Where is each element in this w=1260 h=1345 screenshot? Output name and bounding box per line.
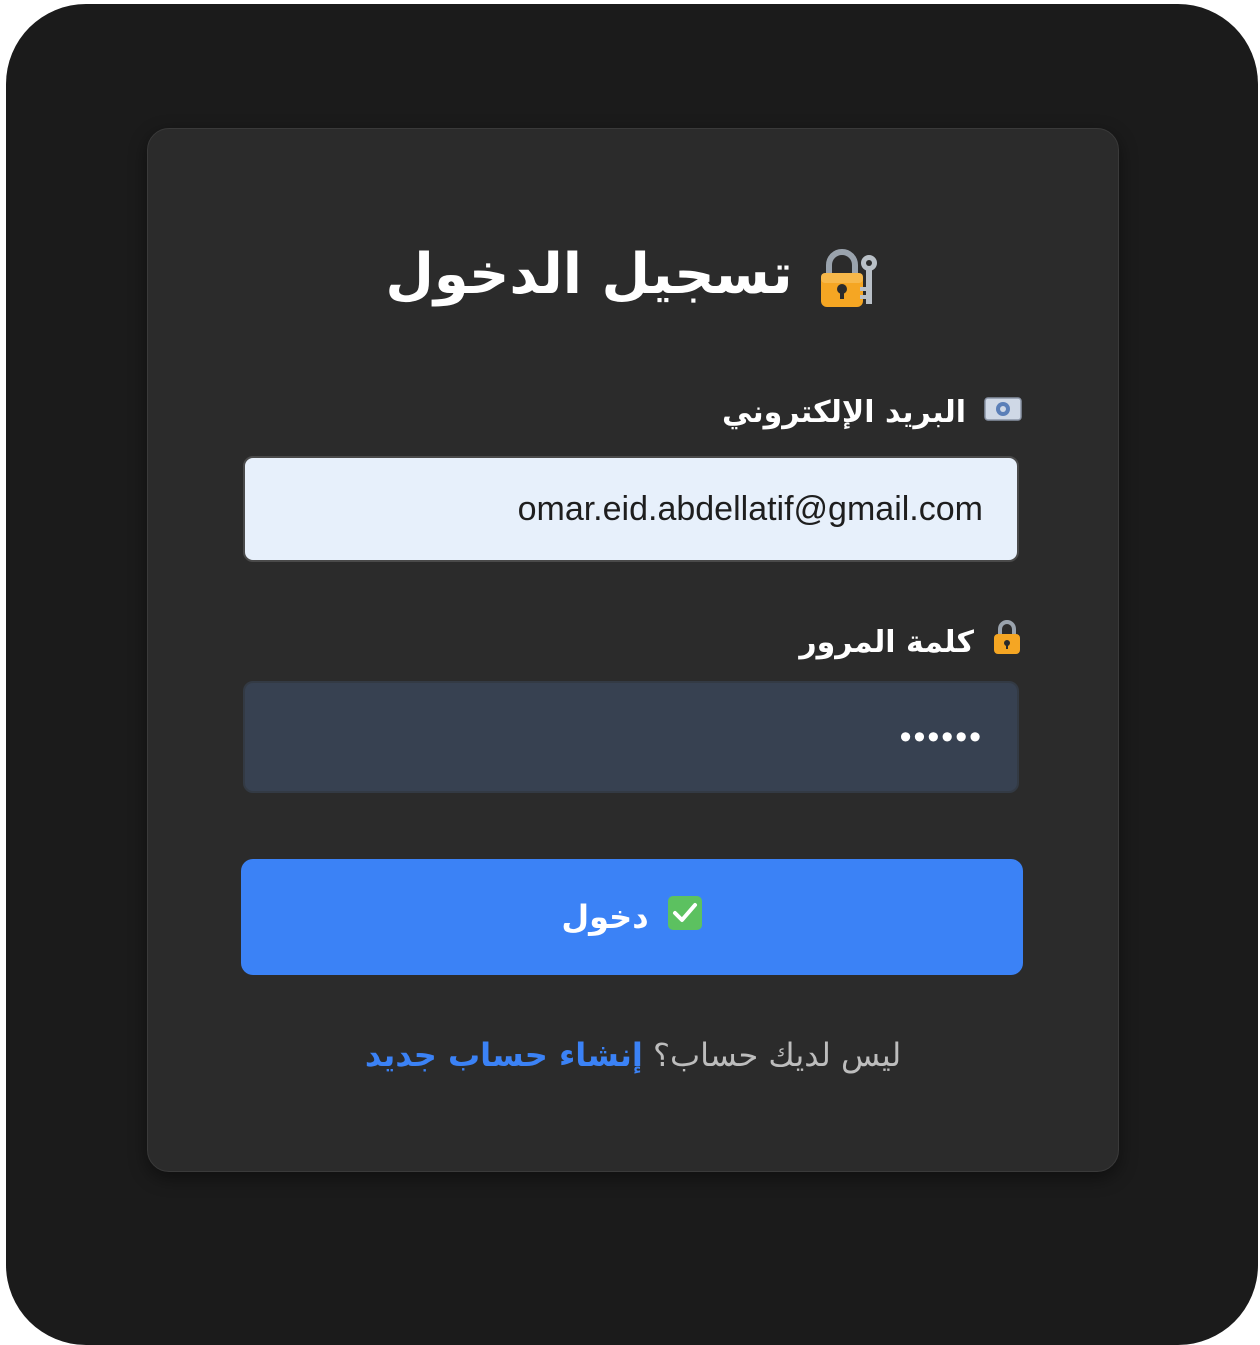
login-card: تسجيل الدخول البريد الإلكتروني omar.eid.…: [147, 128, 1119, 1172]
envelope-icon: [984, 393, 1022, 433]
password-field[interactable]: ••••••: [243, 681, 1019, 793]
password-value: ••••••: [899, 717, 983, 756]
email-label: البريد الإلكتروني: [722, 393, 1022, 433]
login-button[interactable]: دخول: [241, 859, 1023, 975]
lock-with-key-icon: [815, 245, 881, 311]
email-field[interactable]: omar.eid.abdellatif@gmail.com: [243, 456, 1019, 562]
password-label-text: كلمة المرور: [799, 624, 974, 660]
signup-prompt-text: ليس لديك حساب؟: [653, 1036, 902, 1074]
email-label-text: البريد الإلكتروني: [722, 395, 966, 430]
page-title: تسجيل الدخول: [148, 237, 1118, 313]
title-text: تسجيل الدخول: [385, 242, 793, 307]
signup-prompt: ليس لديك حساب؟ إنشاء حساب جديد: [148, 1033, 1118, 1077]
app-screen: تسجيل الدخول البريد الإلكتروني omar.eid.…: [6, 4, 1258, 1345]
create-account-link[interactable]: إنشاء حساب جديد: [365, 1036, 643, 1074]
login-button-label: دخول: [561, 898, 649, 936]
check-mark-icon: [667, 895, 703, 939]
email-value: omar.eid.abdellatif@gmail.com: [517, 489, 983, 528]
lock-icon: [992, 619, 1022, 666]
password-label: كلمة المرور: [799, 619, 1022, 666]
